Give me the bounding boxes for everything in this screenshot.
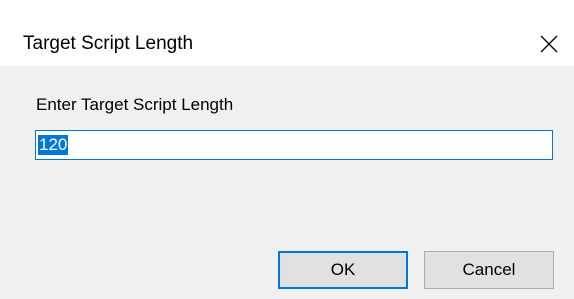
ok-button[interactable]: OK [278,251,408,289]
cancel-button[interactable]: Cancel [424,251,554,289]
dialog-window: Target Script Length Enter Target Script… [0,0,574,299]
target-length-input[interactable]: 120 [35,130,553,160]
input-value: 120 [38,135,69,155]
dialog-title: Target Script Length [23,33,194,54]
title-bar[interactable]: Target Script Length [0,0,574,66]
close-icon [540,35,558,53]
close-button[interactable] [524,22,574,66]
prompt-label: Enter Target Script Length [36,95,234,114]
